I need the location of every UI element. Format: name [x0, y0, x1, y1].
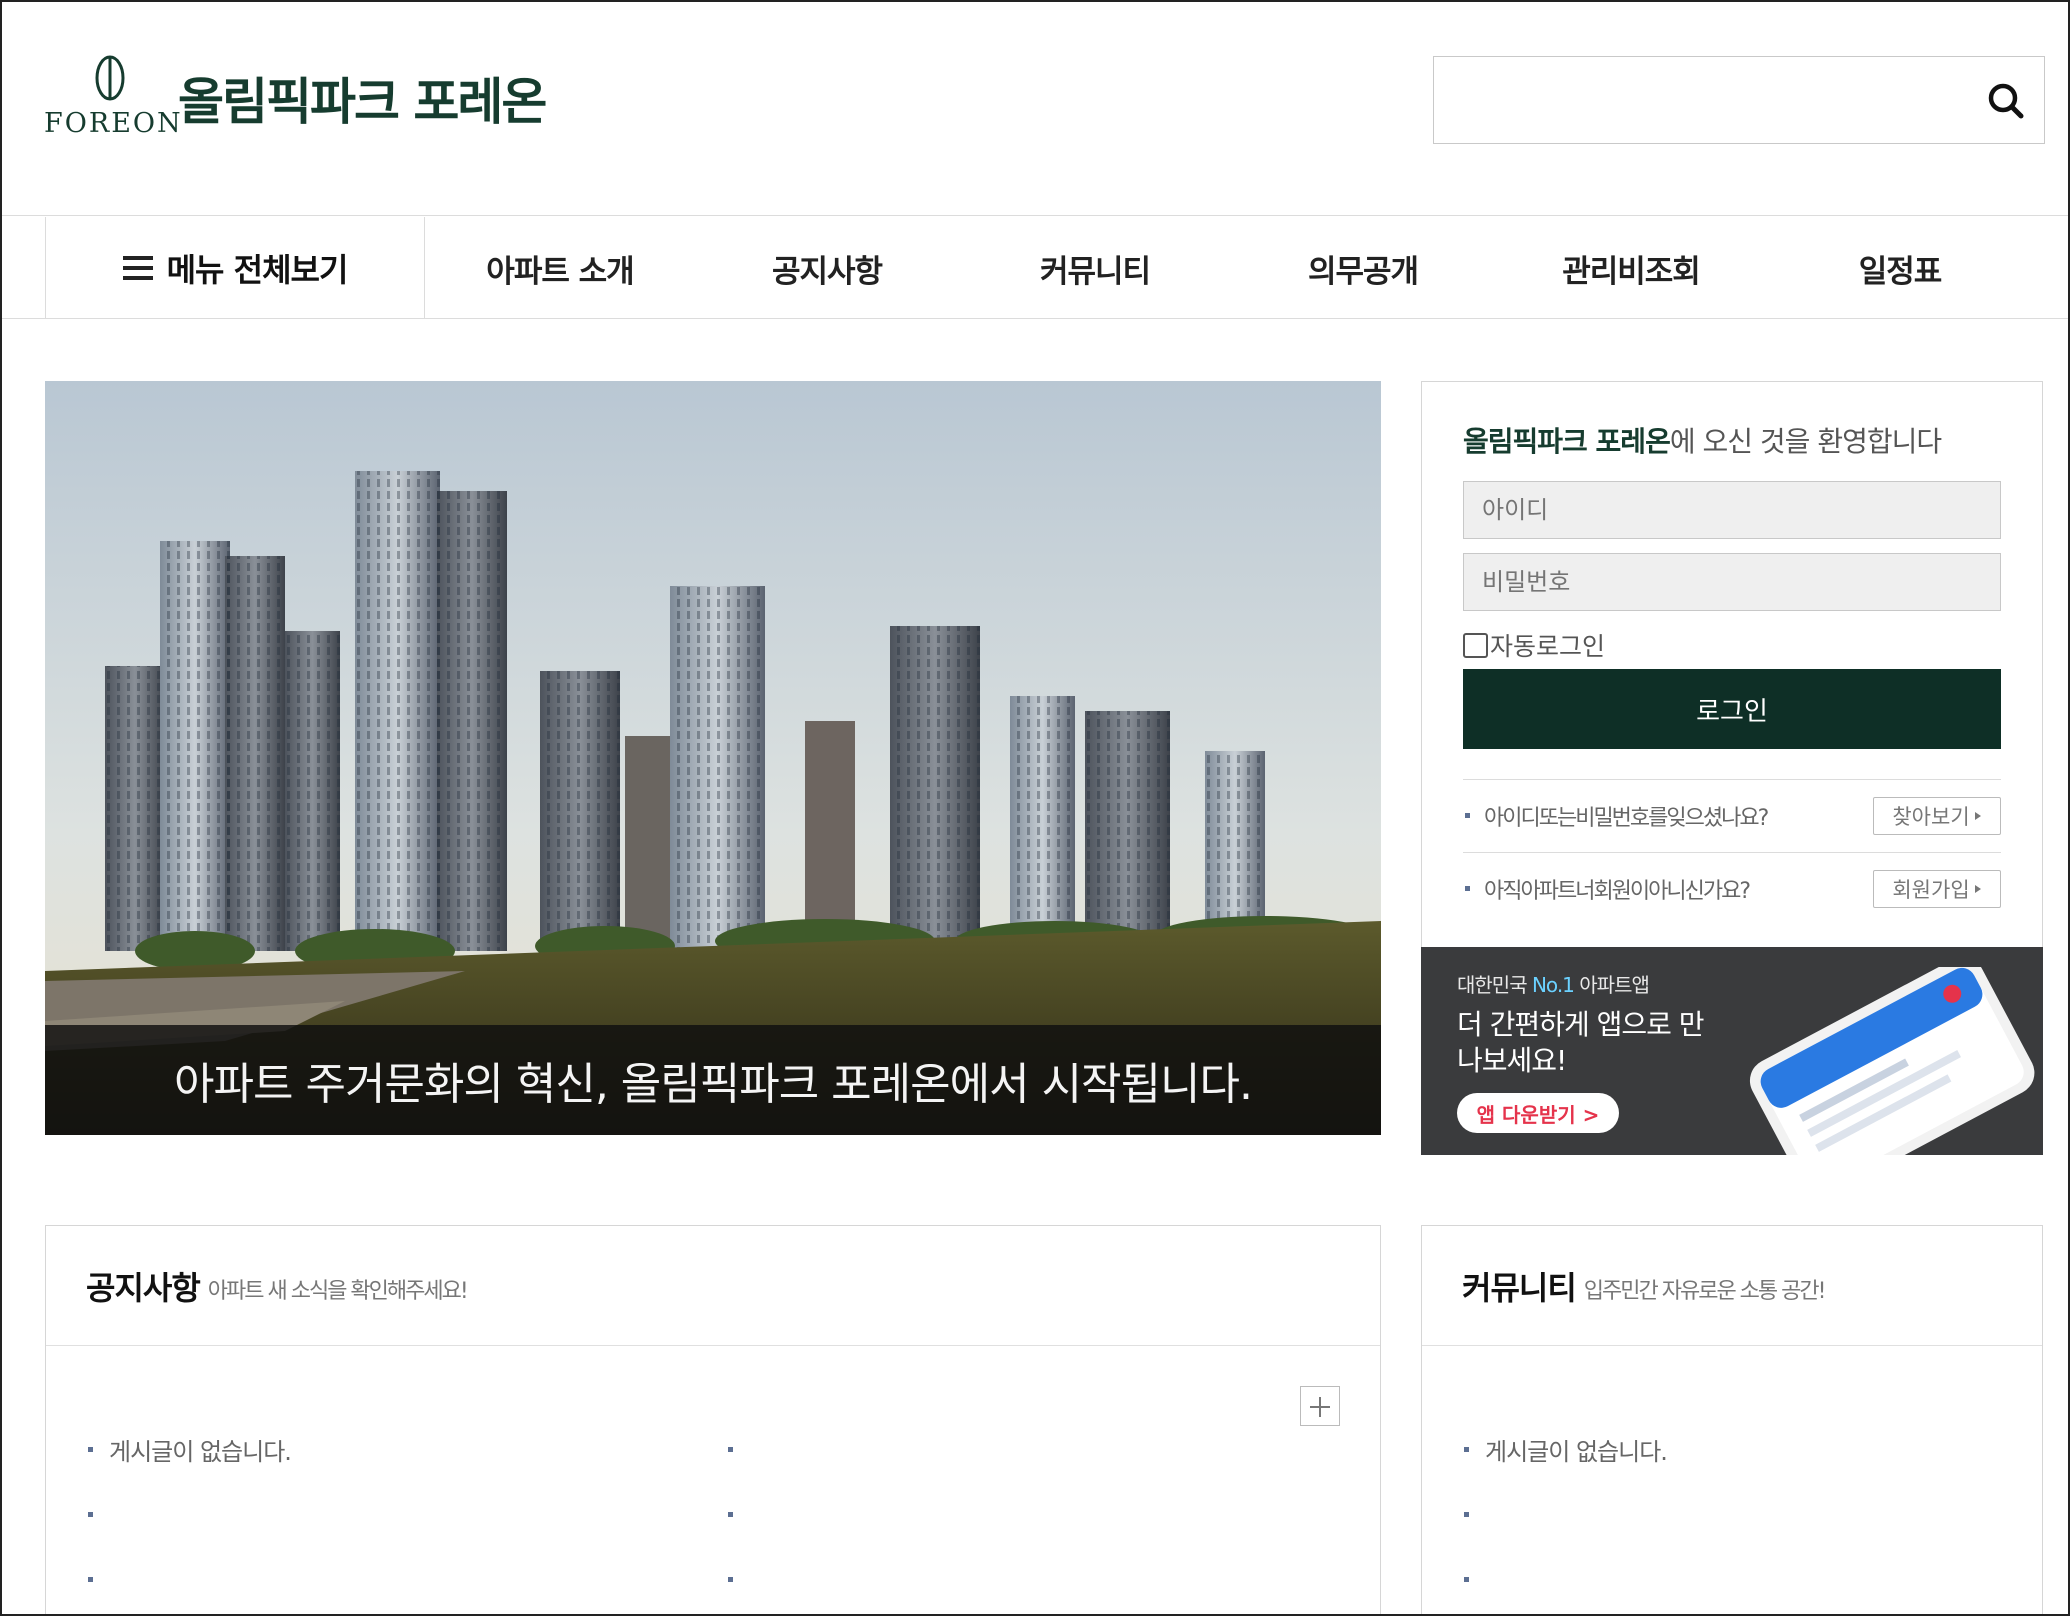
hamburger-icon: [122, 256, 153, 280]
all-menu-label: 메뉴 전체보기: [166, 251, 349, 289]
list-item: [728, 1547, 1328, 1612]
list-item: [1464, 1547, 2004, 1612]
join-row: 아직아파트너회원이아니신가요? 회원가입: [1463, 852, 2001, 924]
community-board-header: 커뮤니티 입주민간 자유로운 소통 공간!: [1422, 1226, 2042, 1346]
join-text: 아직아파트너회원이아니신가요?: [1484, 878, 1751, 904]
auto-login-checkbox[interactable]: [1463, 632, 1488, 658]
community-list: 게시글이 없습니다.: [1464, 1417, 2004, 1612]
phone-app-icon: [1749, 967, 2035, 1155]
site-title[interactable]: 올림픽파크 포레온: [178, 62, 547, 134]
notice-list-left: 게시글이 없습니다.: [88, 1417, 688, 1612]
app-banner-tagline: 대한민국 No.1 아파트앱: [1457, 969, 1650, 998]
nav-item-schedule[interactable]: 일정표: [1800, 217, 2000, 319]
notice-board-header: 공지사항 아파트 새 소식을 확인해주세요!: [46, 1226, 1380, 1346]
all-menu-button[interactable]: 메뉴 전체보기: [45, 217, 425, 319]
welcome-text: 에 오신 것을 환영합니다: [1669, 425, 1942, 458]
tagline-pre: 대한민국: [1457, 973, 1532, 997]
notice-board-subtitle: 아파트 새 소식을 확인해주세요!: [207, 1278, 469, 1304]
bullet: [88, 1447, 93, 1452]
arrow-right-icon: [1974, 811, 1981, 820]
search-input[interactable]: [1450, 77, 1950, 125]
bullet: [728, 1447, 733, 1452]
foreon-logo[interactable]: FOREON: [44, 52, 181, 142]
nav-item-apartment-intro[interactable]: 아파트 소개: [460, 217, 660, 319]
bullet: [728, 1577, 733, 1582]
community-board-subtitle: 입주민간 자유로운 소통 공간!: [1583, 1278, 1827, 1304]
auto-login-label: 자동로그인: [1490, 632, 1606, 661]
arrow-right-icon: [1974, 884, 1981, 893]
app-banner-headline: 더 간편하게 앱으로 만나보세요!: [1457, 1008, 1705, 1077]
welcome-site-name: 올림픽파크 포레온: [1463, 425, 1671, 458]
bullet: [1465, 813, 1470, 818]
bullet: [88, 1577, 93, 1582]
search-icon: [1988, 83, 2024, 119]
logo-wordmark: FOREON: [44, 108, 183, 139]
list-item: [1464, 1482, 2004, 1547]
main-nav: 메뉴 전체보기 아파트 소개 공지사항 커뮤니티 의무공개 관리비조회 일정표: [0, 217, 2070, 319]
notice-board-title[interactable]: 공지사항: [86, 1263, 201, 1309]
login-panel: 올림픽파크 포레온에 오신 것을 환영합니다 자동로그인 로그인 아이디또는비밀…: [1421, 381, 2043, 948]
list-item: 게시글이 없습니다.: [1464, 1417, 2004, 1482]
leaf-logo-icon: [95, 55, 125, 101]
search-box: [1433, 56, 2045, 144]
app-download-banner[interactable]: 대한민국 No.1 아파트앱 더 간편하게 앱으로 만나보세요! 앱 다운받기 …: [1421, 947, 2043, 1155]
find-account-row: 아이디또는비밀번호를잊으셨나요? 찾아보기: [1463, 779, 2001, 851]
login-button[interactable]: 로그인: [1463, 669, 2001, 749]
community-empty-text: 게시글이 없습니다.: [1485, 1438, 1668, 1466]
community-board: 커뮤니티 입주민간 자유로운 소통 공간! 게시글이 없습니다.: [1421, 1225, 2043, 1616]
tagline-post: 아파트앱: [1573, 973, 1650, 997]
bullet: [1464, 1512, 1469, 1517]
bullet: [1465, 886, 1470, 891]
id-field[interactable]: [1463, 481, 2001, 539]
notice-empty-text: 게시글이 없습니다.: [109, 1438, 292, 1466]
search-button[interactable]: [1982, 77, 2030, 125]
find-account-button[interactable]: 찾아보기: [1873, 796, 2001, 835]
bullet: [1464, 1577, 1469, 1582]
find-account-text: 아이디또는비밀번호를잊으셨나요?: [1484, 805, 1769, 831]
tagline-no1: No.1: [1531, 973, 1575, 997]
notice-board: 공지사항 아파트 새 소식을 확인해주세요! 게시글이 없습니다.: [45, 1225, 1381, 1616]
bullet: [728, 1512, 733, 1517]
community-board-title[interactable]: 커뮤니티: [1462, 1263, 1577, 1309]
hero-caption: 아파트 주거문화의 혁신, 올림픽파크 포레온에서 시작됩니다.: [45, 1025, 1381, 1135]
nav-item-community[interactable]: 커뮤니티: [995, 217, 1195, 319]
app-download-button[interactable]: 앱 다운받기 >: [1457, 1093, 1619, 1133]
bullet: [88, 1512, 93, 1517]
join-button-label: 회원가입: [1892, 877, 1970, 902]
nav-item-notice[interactable]: 공지사항: [727, 217, 927, 319]
hero-banner: 아파트 주거문화의 혁신, 올림픽파크 포레온에서 시작됩니다.: [45, 381, 1381, 1135]
auto-login-option: 자동로그인: [1463, 627, 1605, 663]
password-field[interactable]: [1463, 553, 2001, 611]
list-item: 게시글이 없습니다.: [88, 1417, 688, 1482]
list-item: [88, 1482, 688, 1547]
nav-item-fee-inquiry[interactable]: 관리비조회: [1531, 217, 1731, 319]
notice-list-right: [728, 1417, 1328, 1612]
nav-item-disclosure[interactable]: 의무공개: [1263, 217, 1463, 319]
welcome-message: 올림픽파크 포레온에 오신 것을 환영합니다: [1463, 420, 1942, 460]
join-button[interactable]: 회원가입: [1873, 869, 2001, 908]
list-item: [728, 1417, 1328, 1482]
find-account-button-label: 찾아보기: [1892, 804, 1970, 829]
apartment-complex-image: [45, 381, 1381, 1135]
bullet: [1464, 1447, 1469, 1452]
list-item: [88, 1547, 688, 1612]
list-item: [728, 1482, 1328, 1547]
site-header: FOREON 올림픽파크 포레온: [0, 0, 2070, 216]
